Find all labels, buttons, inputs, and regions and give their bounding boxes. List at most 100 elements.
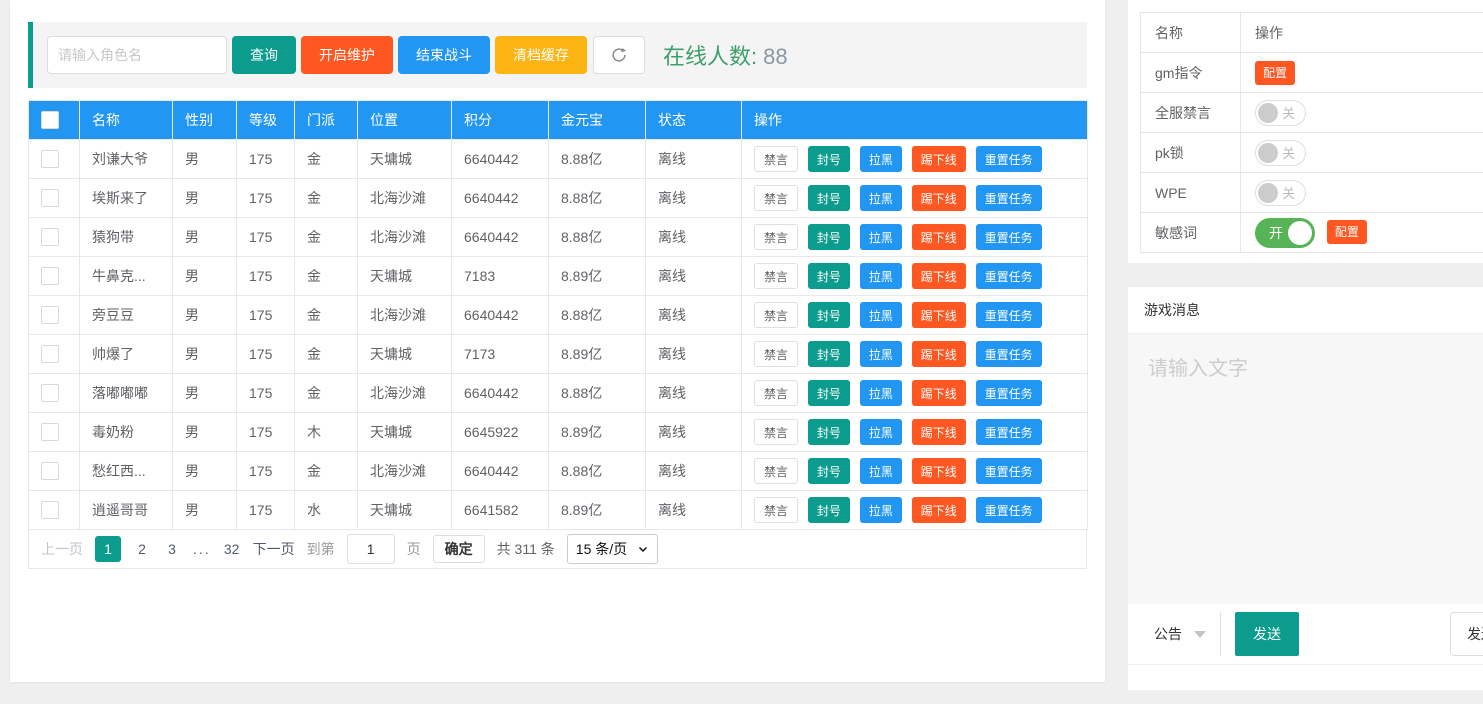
row-checkbox[interactable] (41, 345, 59, 363)
blacklist-button[interactable]: 拉黑 (860, 380, 902, 406)
page-button-2[interactable]: 2 (133, 541, 151, 557)
cell-status: 离线 (646, 491, 742, 530)
kick-button[interactable]: 踢下线 (912, 497, 966, 523)
kick-button[interactable]: 踢下线 (912, 224, 966, 250)
settings-header-row: 名称 操作 (1141, 13, 1483, 53)
mute-button[interactable]: 禁言 (754, 146, 798, 172)
ban-button[interactable]: 封号 (808, 224, 850, 250)
next-page-button[interactable]: 下一页 (253, 539, 295, 559)
kick-button[interactable]: 踢下线 (912, 302, 966, 328)
mute-button[interactable]: 禁言 (754, 302, 798, 328)
settings-row-wpe: WPE 关 (1141, 173, 1483, 213)
mute-button[interactable]: 禁言 (754, 380, 798, 406)
channel-select[interactable]: 公告 (1140, 612, 1221, 656)
blacklist-button[interactable]: 拉黑 (860, 185, 902, 211)
reset-task-button[interactable]: 重置任务 (976, 497, 1042, 523)
blacklist-button[interactable]: 拉黑 (860, 263, 902, 289)
ban-button[interactable]: 封号 (808, 380, 850, 406)
page-button-32[interactable]: 32 (223, 541, 241, 557)
refresh-button[interactable] (593, 36, 645, 74)
blacklist-button[interactable]: 拉黑 (860, 224, 902, 250)
blacklist-button[interactable]: 拉黑 (860, 341, 902, 367)
cell-location: 天墉城 (358, 413, 452, 452)
ban-button[interactable]: 封号 (808, 497, 850, 523)
open-maintenance-button[interactable]: 开启维护 (301, 36, 393, 74)
wpe-toggle[interactable]: 关 (1255, 180, 1306, 206)
reset-task-button[interactable]: 重置任务 (976, 341, 1042, 367)
page-size-select[interactable]: 15 条/页 (567, 534, 658, 564)
mute-button[interactable]: 禁言 (754, 263, 798, 289)
kick-button[interactable]: 踢下线 (912, 146, 966, 172)
clear-cache-button[interactable]: 清档缓存 (495, 36, 587, 74)
kick-button[interactable]: 踢下线 (912, 458, 966, 484)
reset-task-button[interactable]: 重置任务 (976, 380, 1042, 406)
row-checkbox[interactable] (41, 384, 59, 402)
row-checkbox[interactable] (41, 423, 59, 441)
server-settings-panel: 名称 操作 gm指令 配置 全服禁言 关 pk锁 (1128, 0, 1483, 263)
row-checkbox[interactable] (41, 267, 59, 285)
row-checkbox[interactable] (41, 501, 59, 519)
cell-location: 北海沙滩 (358, 452, 452, 491)
row-checkbox[interactable] (41, 462, 59, 480)
search-input[interactable] (47, 36, 227, 74)
page-size-value: 15 条/页 (576, 539, 627, 559)
reset-task-button[interactable]: 重置任务 (976, 185, 1042, 211)
blacklist-button[interactable]: 拉黑 (860, 497, 902, 523)
kick-button[interactable]: 踢下线 (912, 419, 966, 445)
send-button[interactable]: 发送 (1235, 612, 1299, 656)
cell-gold: 8.88亿 (549, 218, 646, 257)
mute-button[interactable]: 禁言 (754, 497, 798, 523)
blacklist-button[interactable]: 拉黑 (860, 302, 902, 328)
mute-button[interactable]: 禁言 (754, 224, 798, 250)
select-all-checkbox[interactable] (41, 111, 59, 129)
blacklist-button[interactable]: 拉黑 (860, 419, 902, 445)
ban-button[interactable]: 封号 (808, 302, 850, 328)
mute-button[interactable]: 禁言 (754, 458, 798, 484)
row-checkbox[interactable] (41, 228, 59, 246)
global-mute-toggle[interactable]: 关 (1255, 100, 1306, 126)
refresh-icon (610, 46, 628, 64)
ban-button[interactable]: 封号 (808, 341, 850, 367)
page-button-1[interactable]: 1 (95, 536, 121, 562)
reset-task-button[interactable]: 重置任务 (976, 302, 1042, 328)
confirm-page-button[interactable]: 确定 (433, 535, 485, 563)
ban-button[interactable]: 封号 (808, 146, 850, 172)
blacklist-button[interactable]: 拉黑 (860, 146, 902, 172)
sensitive-words-config-button[interactable]: 配置 (1327, 220, 1367, 244)
blacklist-button[interactable]: 拉黑 (860, 458, 902, 484)
mute-button[interactable]: 禁言 (754, 341, 798, 367)
cell-sect: 金 (295, 257, 358, 296)
ban-button[interactable]: 封号 (808, 263, 850, 289)
mute-button[interactable]: 禁言 (754, 185, 798, 211)
ban-button[interactable]: 封号 (808, 458, 850, 484)
mute-button[interactable]: 禁言 (754, 419, 798, 445)
kick-button[interactable]: 踢下线 (912, 380, 966, 406)
reset-task-button[interactable]: 重置任务 (976, 263, 1042, 289)
query-button[interactable]: 查询 (232, 36, 296, 74)
prev-page-button[interactable]: 上一页 (41, 539, 83, 559)
cell-actions: 禁言 封号 拉黑 踢下线 重置任务 (742, 218, 1088, 257)
reset-task-button[interactable]: 重置任务 (976, 224, 1042, 250)
goto-page-input[interactable] (347, 534, 395, 564)
row-checkbox[interactable] (41, 150, 59, 168)
reset-task-button[interactable]: 重置任务 (976, 458, 1042, 484)
page-button-3[interactable]: 3 (163, 541, 181, 557)
ban-button[interactable]: 封号 (808, 419, 850, 445)
message-textarea[interactable] (1128, 334, 1483, 604)
pk-lock-toggle[interactable]: 关 (1255, 140, 1306, 166)
gm-config-button[interactable]: 配置 (1255, 61, 1295, 85)
reset-task-button[interactable]: 重置任务 (976, 419, 1042, 445)
row-checkbox[interactable] (41, 306, 59, 324)
reset-task-button[interactable]: 重置任务 (976, 146, 1042, 172)
send-button-secondary[interactable]: 发送 (1450, 612, 1483, 656)
kick-button[interactable]: 踢下线 (912, 263, 966, 289)
sensitive-words-toggle[interactable]: 开 (1255, 218, 1315, 248)
row-checkbox[interactable] (41, 189, 59, 207)
settings-row-sensitive-words: 敏感词 开 配置 (1141, 213, 1483, 253)
kick-button[interactable]: 踢下线 (912, 341, 966, 367)
cell-status: 离线 (646, 413, 742, 452)
ban-button[interactable]: 封号 (808, 185, 850, 211)
end-battle-button[interactable]: 结束战斗 (398, 36, 490, 74)
cell-status: 离线 (646, 452, 742, 491)
kick-button[interactable]: 踢下线 (912, 185, 966, 211)
